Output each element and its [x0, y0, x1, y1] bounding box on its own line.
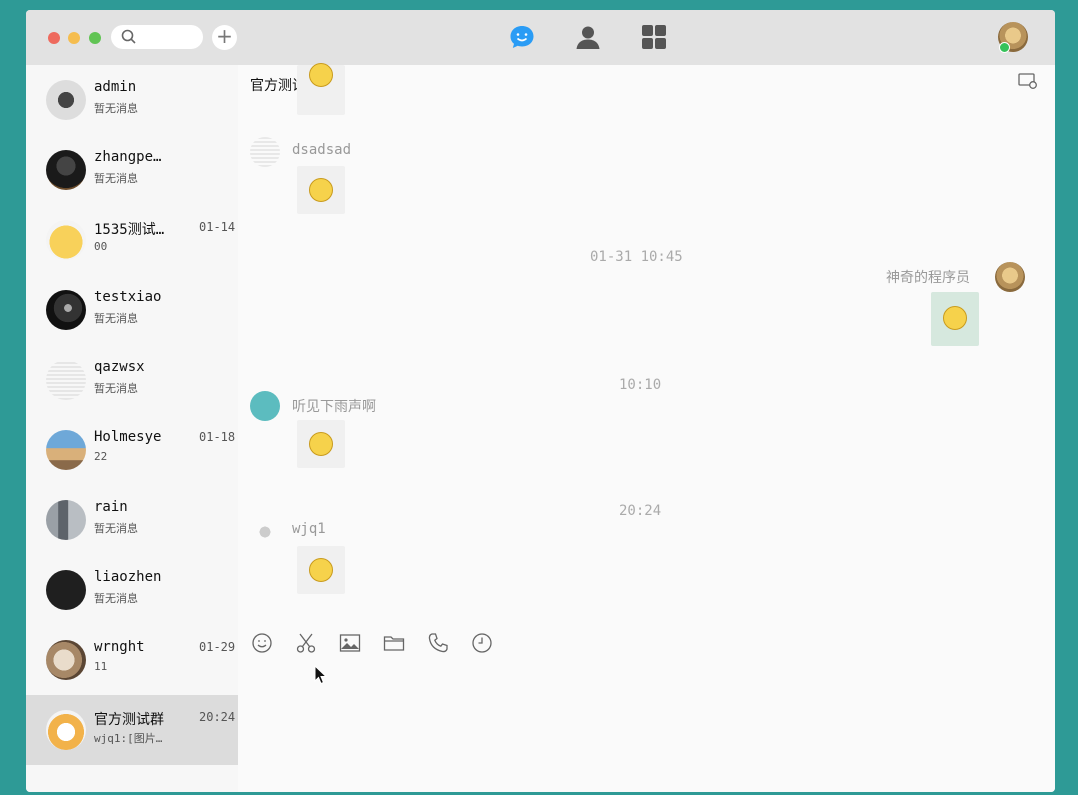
avatar	[46, 710, 86, 750]
conversation-name: admin	[94, 79, 137, 95]
conversation-item[interactable]: admin 暂无消息	[26, 65, 238, 135]
conversation-preview: 暂无消息	[94, 382, 138, 395]
emoji-image	[309, 558, 333, 582]
avatar	[46, 290, 86, 330]
conversation-list: admin 暂无消息 zhangpe… 暂无消息 1535测试… 00 01-1…	[26, 65, 238, 792]
scissors-icon[interactable]	[294, 631, 318, 655]
conversation-name: Holmesye	[94, 429, 162, 445]
conversation-name: liaozhen	[94, 569, 162, 585]
conversation-name: wrnght	[94, 639, 145, 655]
conversation-item[interactable]: Holmesye 22 01-18	[26, 415, 238, 485]
conversation-item[interactable]: wrnght 11 01-29	[26, 625, 238, 695]
message-timestamp: 20:24	[619, 503, 662, 519]
avatar	[995, 262, 1025, 292]
avatar	[46, 640, 86, 680]
avatar	[46, 500, 86, 540]
online-status-indicator	[999, 42, 1010, 53]
emoji-image	[943, 306, 967, 330]
avatar	[250, 391, 280, 421]
conversation-item[interactable]: qazwsx 暂无消息	[26, 345, 238, 415]
conversation-item[interactable]: zhangpe… 暂无消息	[26, 135, 238, 205]
search-icon	[121, 29, 136, 44]
conversation-time: 01-14	[199, 220, 236, 234]
message-timestamp: 01-31 10:45	[590, 249, 683, 265]
app-window: + admin 暂无消息 zhangpe… 暂无消息 1535测试… 00 01…	[26, 10, 1055, 792]
apps-icon[interactable]	[640, 23, 668, 51]
maximize-window-button[interactable]	[89, 32, 101, 44]
conversation-preview: 11	[94, 660, 108, 673]
image-message[interactable]	[931, 292, 979, 346]
conversation-name: zhangpe…	[94, 149, 162, 165]
emoji-image	[309, 432, 333, 456]
image-icon[interactable]	[338, 631, 362, 655]
contacts-icon[interactable]	[574, 23, 602, 51]
emoji-image	[309, 178, 333, 202]
image-message[interactable]	[297, 420, 345, 468]
conversation-preview: 00	[94, 240, 108, 253]
conversation-name: 官方测试群	[94, 712, 164, 728]
avatar	[46, 150, 86, 190]
message-timestamp: 10:10	[619, 377, 662, 393]
conversation-item-active[interactable]: 官方测试群 wjq1:[图片… 20:24	[26, 695, 238, 765]
group-settings-icon[interactable]	[1018, 72, 1038, 90]
avatar	[250, 137, 280, 167]
conversation-time: 01-29	[199, 640, 236, 654]
conversation-name: testxiao	[94, 289, 162, 305]
close-window-button[interactable]	[48, 32, 60, 44]
image-message[interactable]	[297, 166, 345, 214]
conversation-preview: 暂无消息	[94, 102, 138, 115]
add-button[interactable]: +	[212, 25, 237, 50]
minimize-window-button[interactable]	[68, 32, 80, 44]
conversation-item[interactable]: rain 暂无消息	[26, 485, 238, 555]
folder-icon[interactable]	[382, 631, 406, 655]
phone-icon[interactable]	[426, 631, 450, 655]
conversation-item[interactable]: 1535测试… 00 01-14	[26, 205, 238, 275]
chat-icon[interactable]	[508, 23, 536, 51]
conversation-preview: 暂无消息	[94, 522, 138, 535]
clock-icon[interactable]	[470, 631, 494, 655]
chat-panel: 官方测试群(1) dsadsad 01-31 10:45 神奇的程序员 10:1…	[238, 63, 1055, 792]
search-input[interactable]	[111, 25, 203, 49]
conversation-name: 1535测试…	[94, 222, 165, 238]
avatar	[46, 220, 86, 260]
mouse-cursor-icon	[314, 665, 328, 685]
conversation-preview: 暂无消息	[94, 312, 138, 325]
avatar	[46, 80, 86, 120]
message-sender: dsadsad	[292, 142, 352, 158]
image-message[interactable]	[297, 63, 345, 115]
conversation-item[interactable]: liaozhen 暂无消息	[26, 555, 238, 625]
conversation-item[interactable]: testxiao 暂无消息	[26, 275, 238, 345]
emoji-icon[interactable]	[250, 631, 274, 655]
avatar	[46, 430, 86, 470]
conversation-preview: wjq1:[图片…	[94, 732, 163, 745]
title-bar: +	[26, 10, 1055, 65]
conversation-time: 20:24	[199, 710, 236, 724]
avatar	[46, 360, 86, 400]
conversation-preview: 暂无消息	[94, 592, 138, 605]
avatar	[46, 570, 86, 610]
message-sender: 神奇的程序员	[886, 270, 970, 286]
message-sender: wjq1	[292, 521, 326, 537]
image-message[interactable]	[297, 546, 345, 594]
conversation-preview: 暂无消息	[94, 172, 138, 185]
conversation-name: rain	[94, 499, 128, 515]
emoji-image	[309, 63, 333, 87]
avatar	[250, 517, 280, 547]
conversation-preview: 22	[94, 450, 108, 463]
conversation-name: qazwsx	[94, 359, 145, 375]
conversation-time: 01-18	[199, 430, 236, 444]
message-sender: 听见下雨声啊	[292, 399, 376, 415]
